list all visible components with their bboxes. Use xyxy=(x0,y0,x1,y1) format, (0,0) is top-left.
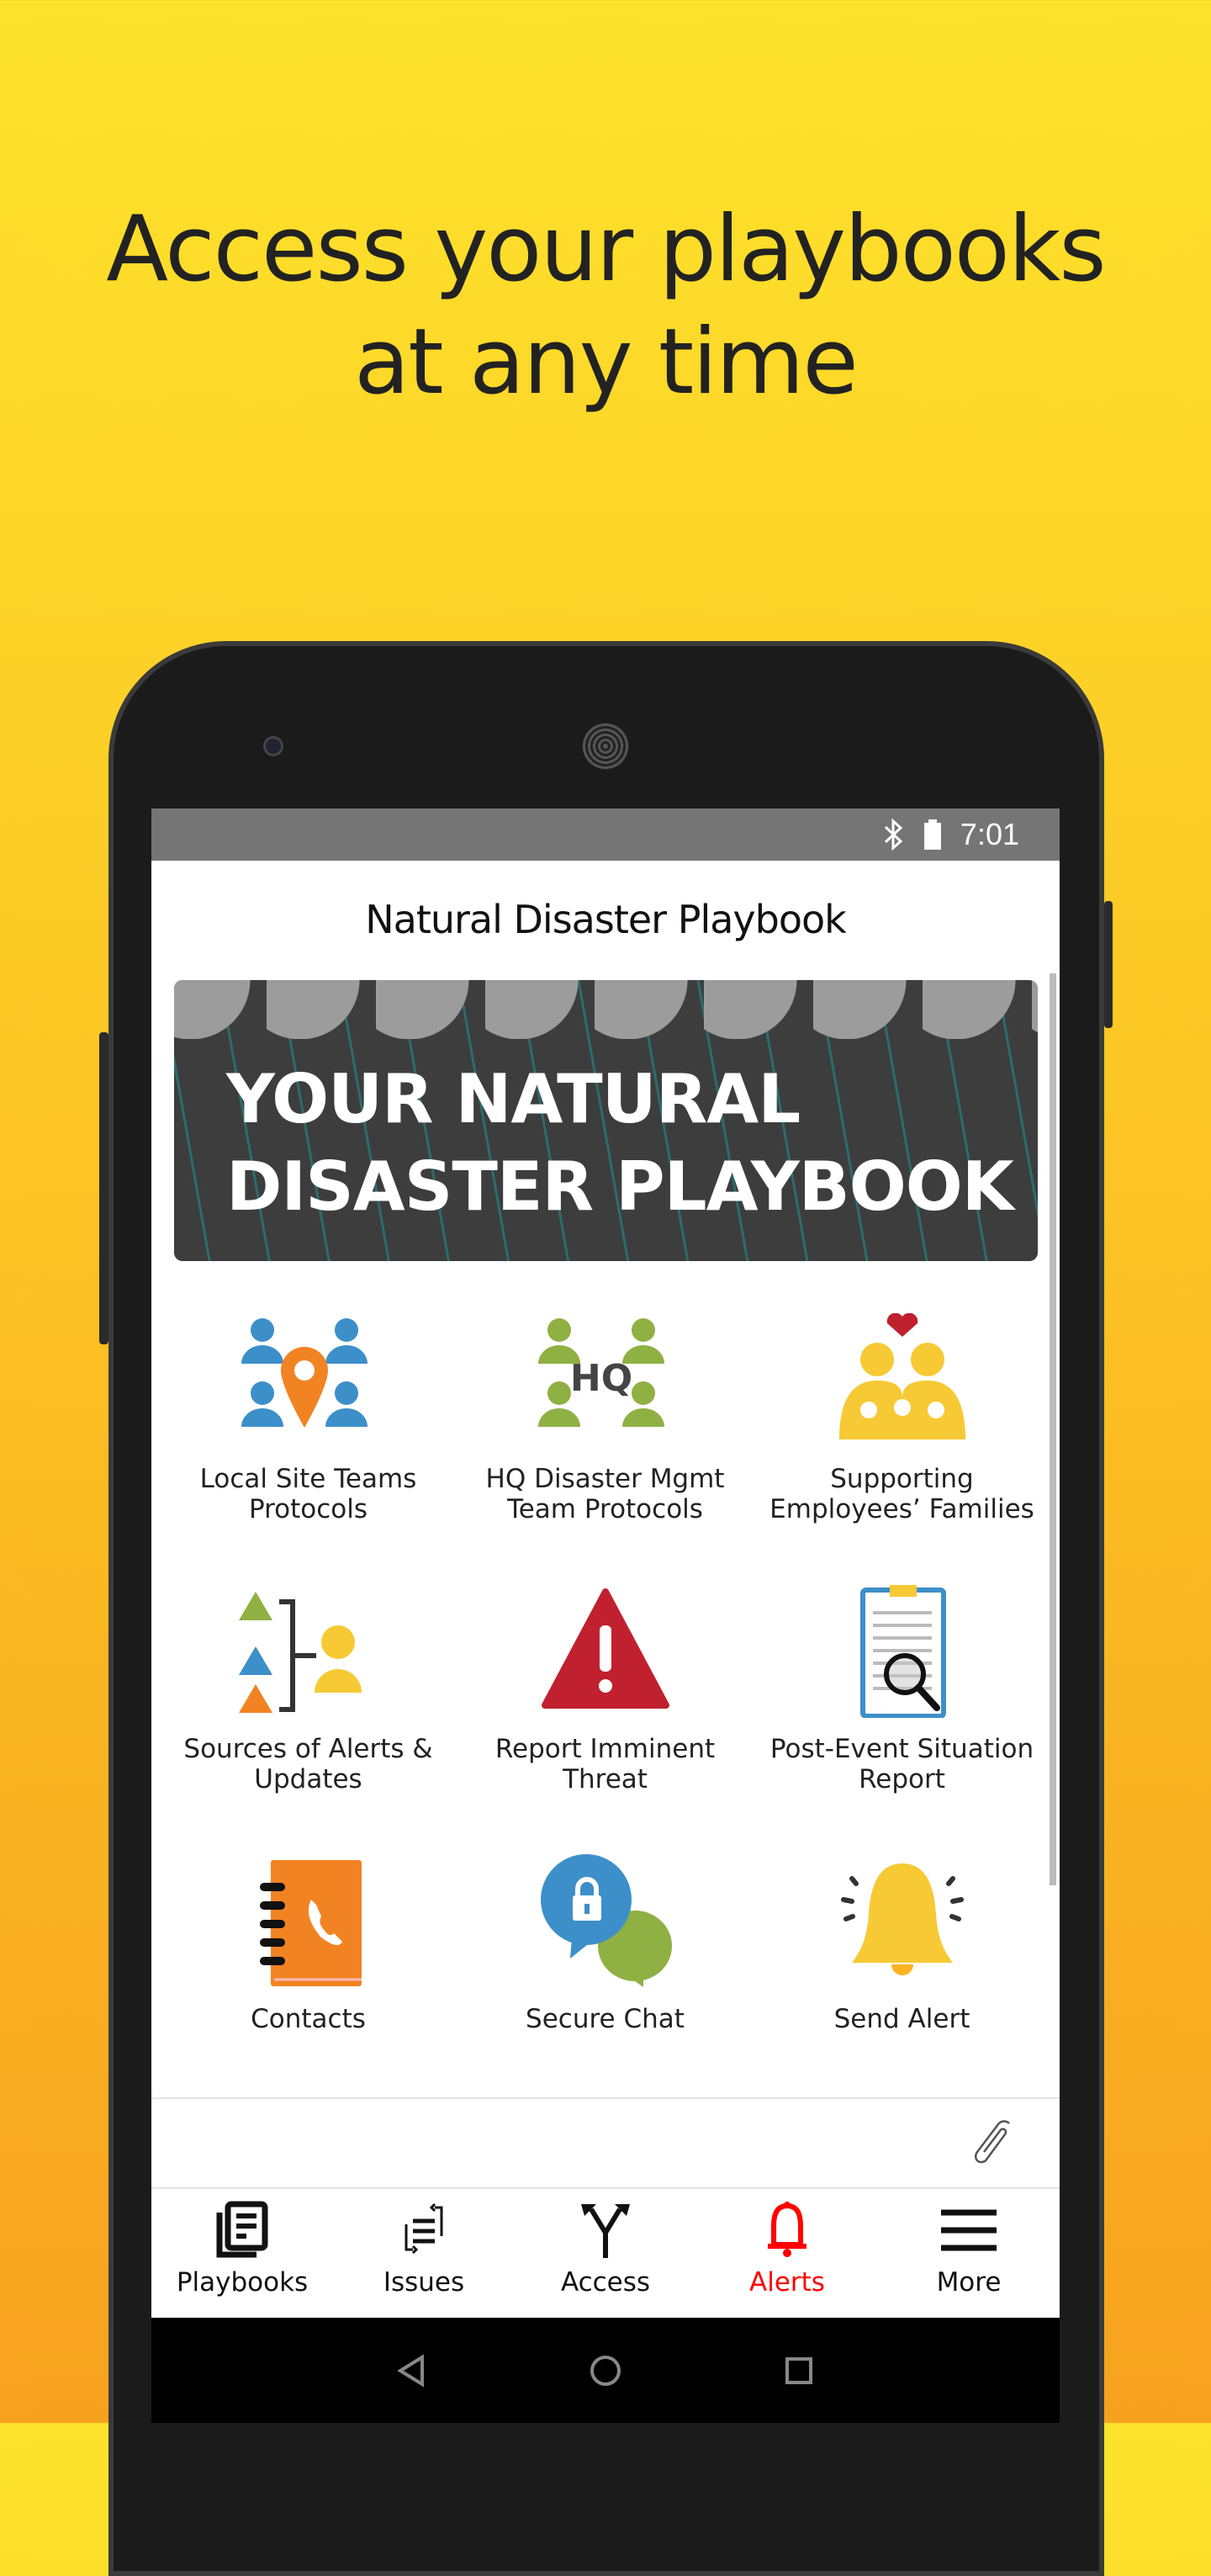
banner-line-1: YOUR NATURAL xyxy=(226,1060,801,1138)
nav-label: Playbooks xyxy=(176,2267,309,2298)
svg-text:HQ: HQ xyxy=(569,1357,632,1400)
report-search-icon xyxy=(859,1585,946,1719)
banner-line-2: DISASTER PLAYBOOK xyxy=(226,1148,1014,1226)
bell-icon xyxy=(840,1863,964,1975)
tile-label: HQ Disaster Mgmt Team Protocols xyxy=(485,1464,725,1524)
headline-line-2: at any time xyxy=(354,310,859,415)
nav-label: Issues xyxy=(383,2267,465,2298)
nav-label: Access xyxy=(560,2267,651,2298)
bluetooth-icon xyxy=(884,819,903,851)
status-bar: 7:01 xyxy=(151,808,1060,861)
playbooks-icon xyxy=(216,2201,268,2258)
hq-team-icon: HQ xyxy=(537,1318,664,1427)
divider xyxy=(151,2097,1060,2099)
tile-sources-of-alerts[interactable]: Sources of Alerts & Updates xyxy=(160,1566,457,1837)
issues-icon xyxy=(405,2202,443,2255)
tile-label: Report Imminent Threat xyxy=(494,1734,716,1794)
tile-report-threat[interactable]: Report Imminent Threat xyxy=(457,1566,754,1837)
tile-label: Local Site Teams Protocols xyxy=(199,1464,417,1524)
page-title: Natural Disaster Playbook xyxy=(365,897,847,942)
home-icon[interactable] xyxy=(589,2354,622,2388)
warning-icon xyxy=(541,1588,669,1709)
phone-screen: 7:01 Natural Disaster Playbook YOUR NATU… xyxy=(151,808,1060,2423)
nav-playbooks[interactable]: Playbooks xyxy=(151,2189,333,2318)
bottom-nav: Playbooks Issues Access Alerts More xyxy=(151,2187,1060,2318)
team-location-icon xyxy=(241,1318,368,1428)
tile-secure-chat[interactable]: Secure Chat xyxy=(457,1837,754,2107)
camera xyxy=(263,736,283,756)
back-icon[interactable] xyxy=(395,2353,429,2388)
headline-line-1: Access your playbooks xyxy=(106,197,1106,302)
secure-chat-icon xyxy=(540,1854,672,1987)
alert-sources-icon xyxy=(238,1592,362,1713)
tile-contacts[interactable]: Contacts xyxy=(160,1837,457,2107)
tile-label: Post-Event Situation Report xyxy=(769,1734,1034,1794)
playbook-banner[interactable]: YOUR NATURAL DISASTER PLAYBOOK xyxy=(174,980,1038,1261)
volume-button xyxy=(99,1032,108,1344)
family-heart-icon xyxy=(838,1312,965,1439)
tile-label: Sources of Alerts & Updates xyxy=(183,1734,433,1794)
tile-local-site-teams[interactable]: Local Site Teams Protocols xyxy=(160,1296,457,1566)
tile-post-event-report[interactable]: Post-Event Situation Report xyxy=(754,1566,1050,1837)
access-icon xyxy=(581,2204,630,2258)
tile-send-alert[interactable]: Send Alert xyxy=(754,1837,1050,2107)
tile-label: Send Alert xyxy=(833,2004,970,2034)
nav-alerts[interactable]: Alerts xyxy=(696,2189,878,2318)
tile-grid: Local Site Teams Protocols HQ HQ Disaste… xyxy=(151,1296,1060,2107)
tile-label: Supporting Employees’ Families xyxy=(769,1464,1034,1524)
tile-label: Secure Chat xyxy=(526,2004,685,2034)
headline: Access your playbooks at any time xyxy=(0,193,1211,419)
power-button xyxy=(1104,901,1113,1028)
nav-access[interactable]: Access xyxy=(515,2189,696,2318)
clock: 7:01 xyxy=(960,817,1019,851)
contacts-book-icon xyxy=(259,1860,362,1986)
nav-issues[interactable]: Issues xyxy=(333,2189,515,2318)
clouds-decoration xyxy=(174,980,1038,1039)
tile-supporting-families[interactable]: Supporting Employees’ Families xyxy=(754,1296,1050,1566)
menu-icon xyxy=(941,2209,997,2251)
tile-hq-disaster-mgmt[interactable]: HQ HQ Disaster Mgmt Team Protocols xyxy=(457,1296,754,1566)
paperclip-icon[interactable] xyxy=(967,2117,1018,2167)
tile-label: Contacts xyxy=(251,2004,366,2034)
system-nav-bar xyxy=(151,2318,1060,2423)
nav-label: More xyxy=(936,2267,1002,2298)
bell-icon xyxy=(768,2202,806,2257)
recents-icon[interactable] xyxy=(782,2354,816,2388)
banner-text: YOUR NATURAL DISASTER PLAYBOOK xyxy=(226,1056,1014,1231)
battery-icon xyxy=(923,819,941,850)
speaker xyxy=(582,723,629,770)
nav-label: Alerts xyxy=(749,2267,825,2298)
nav-more[interactable]: More xyxy=(878,2189,1060,2318)
